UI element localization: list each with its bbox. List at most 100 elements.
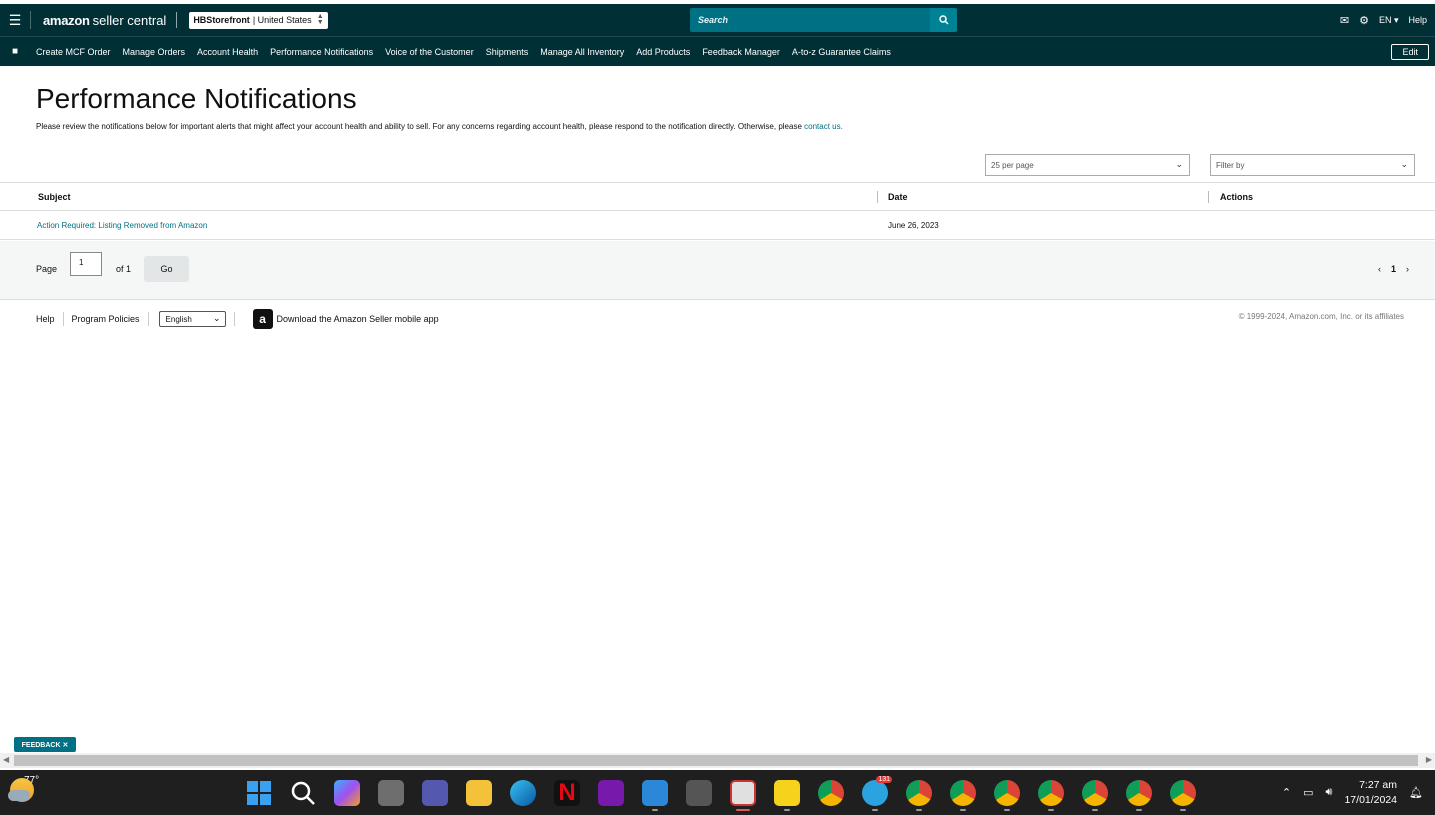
notepad-icon[interactable] bbox=[642, 780, 668, 806]
chevron-left-icon[interactable]: ‹ bbox=[1378, 264, 1381, 274]
go-button[interactable]: Go bbox=[144, 256, 189, 282]
header-subject[interactable]: Subject bbox=[38, 192, 71, 202]
chrome-profile-icon[interactable] bbox=[994, 780, 1020, 806]
sticky-notes-icon[interactable] bbox=[774, 780, 800, 806]
notification-date: June 26, 2023 bbox=[888, 221, 939, 230]
edit-nav-button[interactable]: Edit bbox=[1391, 44, 1429, 60]
notification-subject-link[interactable]: Action Required: Listing Removed from Am… bbox=[37, 221, 207, 230]
feedback-button[interactable]: FEEDBACK ✕ bbox=[14, 737, 76, 752]
search-icon[interactable] bbox=[290, 780, 316, 806]
telegram-icon[interactable]: 131 bbox=[862, 776, 892, 806]
column-divider bbox=[1208, 191, 1209, 203]
footer-help-link[interactable]: Help bbox=[36, 314, 55, 324]
page-number-input[interactable]: 1 bbox=[70, 252, 102, 276]
column-divider bbox=[877, 191, 878, 203]
gear-icon[interactable]: ⚙ bbox=[1359, 14, 1369, 27]
current-page-number[interactable]: 1 bbox=[1391, 264, 1396, 274]
menu-icon[interactable]: ☰ bbox=[0, 4, 30, 36]
table-row: Action Required: Listing Removed from Am… bbox=[0, 211, 1435, 240]
chevron-down-icon: ⌄ bbox=[213, 313, 221, 323]
taskbar-running-indicator bbox=[960, 809, 966, 811]
bookmark-icon[interactable]: ■ bbox=[0, 46, 30, 57]
chrome-profile-icon[interactable] bbox=[1126, 780, 1152, 806]
download-app-link[interactable]: Download the Amazon Seller mobile app bbox=[277, 314, 439, 324]
teams-icon[interactable] bbox=[422, 780, 448, 806]
notification-bell-icon[interactable]: 🔔︎ bbox=[1409, 786, 1423, 799]
description-text: Please review the notifications below fo… bbox=[36, 122, 802, 131]
table-header: Subject Date Actions bbox=[0, 182, 1435, 211]
nav-item-add-products[interactable]: Add Products bbox=[636, 47, 690, 57]
chrome-profile-icon[interactable] bbox=[1170, 780, 1196, 806]
program-policies-link[interactable]: Program Policies bbox=[72, 314, 140, 324]
store-name: HBStorefront bbox=[193, 15, 250, 25]
nav-item-feedback-manager[interactable]: Feedback Manager bbox=[702, 47, 780, 57]
network-icon[interactable]: ▭ bbox=[1303, 786, 1313, 799]
windows-taskbar: 77° N 131 ⌃ ▭ 🔊︎ 7:27 am 17/01/2024 🔔︎ bbox=[0, 770, 1435, 815]
nav-item-account-health[interactable]: Account Health bbox=[197, 47, 258, 57]
nav-item-voice-of-customer[interactable]: Voice of the Customer bbox=[385, 47, 474, 57]
page-navigation: ‹ 1 › bbox=[1378, 264, 1409, 274]
nav-item-performance-notifications[interactable]: Performance Notifications bbox=[270, 47, 373, 57]
language-selector[interactable]: EN ▾ bbox=[1379, 15, 1399, 26]
taskbar-running-indicator bbox=[1180, 809, 1186, 811]
taskbar-running-indicator bbox=[1048, 809, 1054, 811]
search-bar: Search bbox=[690, 8, 957, 32]
header-date[interactable]: Date bbox=[888, 192, 908, 202]
snipping-tool-icon[interactable] bbox=[730, 780, 756, 806]
footer-divider bbox=[233, 312, 235, 326]
taskbar-running-indicator bbox=[916, 809, 922, 811]
header-divider bbox=[30, 11, 31, 29]
chrome-icon[interactable] bbox=[818, 780, 844, 806]
taskbar-running-indicator bbox=[872, 809, 878, 811]
chrome-profile-icon[interactable] bbox=[950, 780, 976, 806]
onenote-icon[interactable] bbox=[598, 780, 624, 806]
seller-central-logo[interactable]: amazon seller central bbox=[43, 13, 166, 28]
nav-item-atoz-claims[interactable]: A-to-z Guarantee Claims bbox=[792, 47, 891, 57]
nav-item-shipments[interactable]: Shipments bbox=[486, 47, 529, 57]
search-icon[interactable] bbox=[930, 8, 957, 32]
clock[interactable]: 7:27 am 17/01/2024 bbox=[1344, 778, 1397, 808]
mail-icon[interactable]: ✉ bbox=[1340, 14, 1349, 27]
store-region: | United States bbox=[252, 15, 312, 25]
taskbar-running-indicator bbox=[1004, 809, 1010, 811]
task-view-icon[interactable] bbox=[378, 780, 404, 806]
copilot-icon[interactable] bbox=[334, 780, 360, 806]
footer-language-select[interactable]: English ⌄ bbox=[158, 311, 226, 327]
store-selector[interactable]: HBStorefront | United States ▲ ▼ bbox=[189, 11, 328, 29]
scrollbar-thumb[interactable] bbox=[14, 755, 1418, 766]
chrome-profile-icon[interactable] bbox=[1082, 780, 1108, 806]
volume-icon[interactable]: 🔊︎ bbox=[1326, 786, 1333, 799]
header-actions: ✉ ⚙ EN ▾ Help bbox=[1340, 4, 1427, 36]
netflix-icon[interactable]: N bbox=[554, 780, 580, 806]
telegram-badge: 131 bbox=[876, 776, 892, 783]
contact-us-link[interactable]: contact us. bbox=[804, 122, 843, 131]
nav-item-manage-inventory[interactable]: Manage All Inventory bbox=[540, 47, 624, 57]
search-input[interactable]: Search bbox=[690, 8, 930, 32]
pagination-bar: Page 1 of 1 Go ‹ 1 › bbox=[0, 241, 1435, 300]
nav-item-create-mcf-order[interactable]: Create MCF Order bbox=[36, 47, 111, 57]
chevron-down-icon: ⌄ bbox=[1175, 159, 1183, 169]
file-explorer-icon[interactable] bbox=[466, 780, 492, 806]
scroll-right-icon[interactable]: ▶ bbox=[1426, 755, 1432, 764]
horizontal-scrollbar[interactable]: ◀ ▶ bbox=[0, 753, 1435, 768]
per-page-select[interactable]: 25 per page ⌄ bbox=[985, 154, 1190, 176]
weather-widget[interactable]: 77° bbox=[8, 775, 39, 802]
taskbar-running-indicator bbox=[1092, 809, 1098, 811]
windows-start-icon[interactable] bbox=[246, 780, 272, 806]
chrome-profile-icon[interactable] bbox=[1038, 780, 1064, 806]
scroll-left-icon[interactable]: ◀ bbox=[3, 755, 9, 764]
nav-bar: ■ Create MCF Order Manage Orders Account… bbox=[0, 36, 1435, 66]
taskbar-running-indicator bbox=[1136, 809, 1142, 811]
chrome-profile-icon[interactable] bbox=[906, 780, 932, 806]
chevron-up-icon[interactable]: ⌃ bbox=[1282, 786, 1291, 799]
amazon-app-icon[interactable]: a bbox=[252, 309, 273, 329]
edge-icon[interactable] bbox=[510, 780, 536, 806]
calculator-icon[interactable] bbox=[686, 780, 712, 806]
logo-amazon: amazon bbox=[43, 12, 90, 28]
nav-item-manage-orders[interactable]: Manage Orders bbox=[123, 47, 186, 57]
chevron-right-icon[interactable]: › bbox=[1406, 264, 1409, 274]
filter-select[interactable]: Filter by ⌄ bbox=[1210, 154, 1415, 176]
clock-time: 7:27 am bbox=[1359, 778, 1398, 791]
help-link[interactable]: Help bbox=[1408, 15, 1427, 25]
footer-language-value: English bbox=[165, 315, 192, 324]
